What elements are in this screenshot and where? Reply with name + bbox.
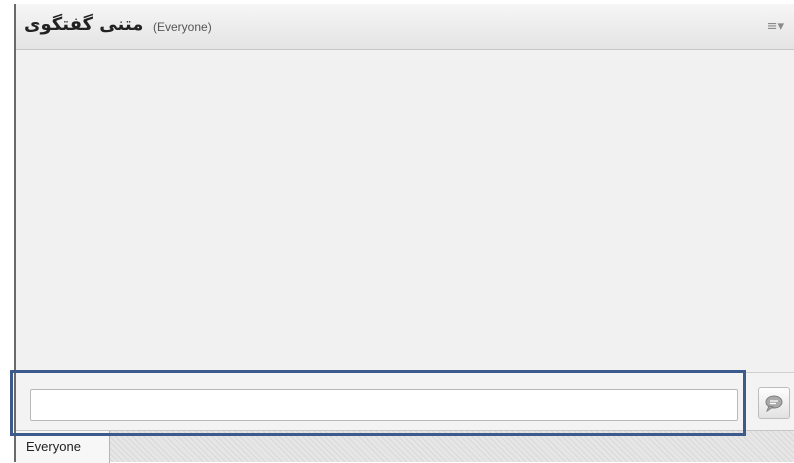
send-message-button[interactable] (758, 387, 790, 419)
chat-composer (16, 372, 794, 430)
chat-panel: متنی گفتگوی (Everyone) ≡▾ Everyone (14, 4, 794, 463)
chat-audience-label: (Everyone) (153, 20, 212, 34)
chat-header: متنی گفتگوی (Everyone) ≡▾ (16, 4, 794, 50)
tab-everyone[interactable]: Everyone (16, 431, 110, 463)
chat-tab-bar: Everyone (16, 430, 794, 463)
chat-message-input[interactable] (30, 389, 738, 421)
chat-message-area (16, 50, 794, 372)
options-menu-icon[interactable]: ≡▾ (767, 19, 784, 34)
chat-title: متنی گفتگوی (24, 14, 144, 35)
speech-bubble-icon (765, 395, 783, 412)
